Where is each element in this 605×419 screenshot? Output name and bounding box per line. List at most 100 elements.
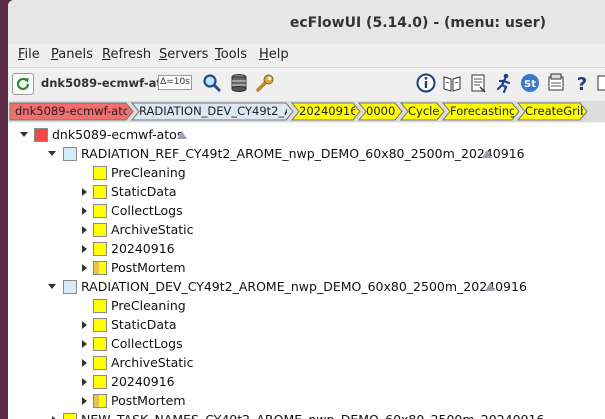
tree-row[interactable]: PreCleaning: [8, 296, 605, 315]
menu-help-mnemonic: H: [259, 47, 269, 62]
suite1-label: RADIATION_REF_CY49t2_AROME_nwp_DEMO_60x8…: [81, 146, 525, 161]
status-box: [93, 261, 107, 275]
menu-tools-label: ools: [220, 47, 248, 62]
menu-servers-label: ervers: [167, 47, 209, 62]
help-icon[interactable]: ?: [571, 72, 593, 94]
node-label: StaticData: [111, 317, 177, 332]
collapsed-arrow-icon[interactable]: [80, 263, 90, 273]
running-man-icon[interactable]: [493, 72, 515, 94]
menu-refresh[interactable]: Refresh: [102, 47, 151, 62]
node-label: CollectLogs: [111, 203, 183, 218]
book-icon[interactable]: [441, 72, 463, 94]
node-label: CollectLogs: [111, 336, 183, 351]
menu-help[interactable]: Help: [259, 47, 289, 62]
menu-help-label: elp: [268, 47, 289, 62]
status-box: [93, 185, 107, 199]
refresh-interval-badge[interactable]: Δ=10s: [158, 75, 192, 90]
tree-view: dnk5089-ecmwf-atos RADIATION_REF_CY49t2_…: [8, 123, 605, 419]
expanded-arrow-icon[interactable]: [47, 282, 57, 292]
node-path-bar: dnk5089-ecmwf-atos RADIATION_DEV_CY49t2_…: [8, 101, 605, 122]
collapsed-arrow-icon[interactable]: [80, 225, 90, 235]
tree-row[interactable]: StaticData: [8, 315, 605, 334]
reload-button[interactable]: [12, 73, 34, 95]
tree-row-suite2[interactable]: RADIATION_DEV_CY49t2_AROME_nwp_DEMO_60x8…: [8, 277, 605, 296]
tree-row[interactable]: 20240916: [8, 239, 605, 258]
search-icon[interactable]: [201, 72, 223, 94]
alert-triangle-icon: [482, 150, 492, 158]
status-box: [93, 337, 107, 351]
breadcrumb-server[interactable]: dnk5089-ecmwf-atos: [11, 103, 127, 120]
status-box: [93, 242, 107, 256]
info-icon[interactable]: [415, 72, 437, 94]
collapsed-arrow-icon[interactable]: [80, 187, 90, 197]
tree-row[interactable]: 20240916: [8, 372, 605, 391]
menu-servers[interactable]: Servers: [159, 47, 208, 62]
tree-row[interactable]: StaticData: [8, 182, 605, 201]
server-db-icon[interactable]: [228, 72, 250, 94]
status-box: [93, 318, 107, 332]
suite1-status-box: [63, 147, 77, 161]
collapsed-arrow-icon[interactable]: [80, 320, 90, 330]
collapsed-arrow-icon[interactable]: [80, 244, 90, 254]
status-box: [93, 223, 107, 237]
breadcrumb-creategrib[interactable]: CreateGrib: [521, 103, 583, 120]
status-box: [93, 394, 107, 408]
collapsed-arrow-icon[interactable]: [80, 358, 90, 368]
server-node-label: dnk5089-ecmwf-atos: [52, 127, 184, 142]
tree-row[interactable]: PostMortem: [8, 258, 605, 277]
menu-file-label: ile: [24, 47, 40, 62]
expanded-arrow-icon[interactable]: [19, 130, 29, 140]
status-box: [93, 375, 107, 389]
node-label: StaticData: [111, 184, 177, 199]
tree-row-suite3[interactable]: NEW_TASK_NAMES_CY49t2_AROME_nwp_DEMO_60x…: [8, 410, 605, 419]
menu-panels[interactable]: Panels: [51, 47, 93, 62]
node-label: ArchiveStatic: [111, 222, 194, 237]
wrench-icon[interactable]: [254, 72, 276, 94]
collapsed-arrow-icon[interactable]: [80, 339, 90, 349]
breadcrumb-cycle-time[interactable]: 0000: [362, 103, 398, 120]
node-label: PreCleaning: [111, 298, 186, 313]
tree-row-suite1[interactable]: RADIATION_REF_CY49t2_AROME_nwp_DEMO_60x8…: [8, 144, 605, 163]
reload-icon: [16, 77, 30, 91]
title-bar[interactable]: ecFlowUI (5.14.0) - (menu: user): [8, 0, 605, 45]
breadcrumb-date[interactable]: 20240916: [295, 103, 355, 120]
breadcrumb-forecasting[interactable]: Forecasting: [446, 103, 514, 120]
menu-bar: File Panels Refresh Servers Tools Help: [8, 44, 605, 66]
tree-row-server[interactable]: dnk5089-ecmwf-atos: [8, 125, 605, 144]
status-box: [93, 356, 107, 370]
collapsed-arrow-icon[interactable]: [80, 377, 90, 387]
suite2-label: RADIATION_DEV_CY49t2_AROME_nwp_DEMO_60x8…: [81, 279, 527, 294]
node-label: PreCleaning: [111, 165, 186, 180]
tree-row[interactable]: PreCleaning: [8, 163, 605, 182]
node-label: PostMortem: [111, 393, 186, 408]
tree-row[interactable]: PostMortem: [8, 391, 605, 410]
tree-row[interactable]: CollectLogs: [8, 334, 605, 353]
alert-triangle-icon: [485, 283, 495, 291]
collapsed-arrow-icon[interactable]: [80, 396, 90, 406]
suite3-status-box: [63, 413, 77, 419]
menu-tools[interactable]: Tools: [215, 47, 247, 62]
tree-row[interactable]: ArchiveStatic: [8, 353, 605, 372]
window-title: ecFlowUI (5.14.0) - (menu: user): [289, 15, 546, 31]
output-icon[interactable]: [545, 72, 567, 94]
server-status-box: [34, 128, 48, 142]
suite3-label: NEW_TASK_NAMES_CY49t2_AROME_nwp_DEMO_60x…: [81, 410, 544, 419]
script-icon[interactable]: [467, 72, 489, 94]
status-box: [93, 299, 107, 313]
tree-row[interactable]: CollectLogs: [8, 201, 605, 220]
menu-file[interactable]: File: [18, 47, 40, 62]
collapsed-arrow-icon[interactable]: [50, 415, 60, 419]
node-label: ArchiveStatic: [111, 355, 194, 370]
extra-tool-icon[interactable]: [596, 72, 605, 94]
menu-refresh-label: efresh: [110, 47, 152, 62]
status-icon[interactable]: St: [519, 72, 541, 94]
menu-panels-label: anels: [58, 47, 93, 62]
alert-triangle-icon: [177, 131, 187, 139]
node-label: 20240916: [111, 241, 175, 256]
tree-row[interactable]: ArchiveStatic: [8, 220, 605, 239]
collapsed-arrow-icon[interactable]: [80, 206, 90, 216]
breadcrumb-cycle[interactable]: Cycle: [404, 103, 440, 120]
breadcrumb-suite[interactable]: RADIATION_DEV_CY49t2_A...: [135, 103, 287, 120]
svg-text:?: ?: [577, 74, 587, 94]
expanded-arrow-icon[interactable]: [47, 149, 57, 159]
